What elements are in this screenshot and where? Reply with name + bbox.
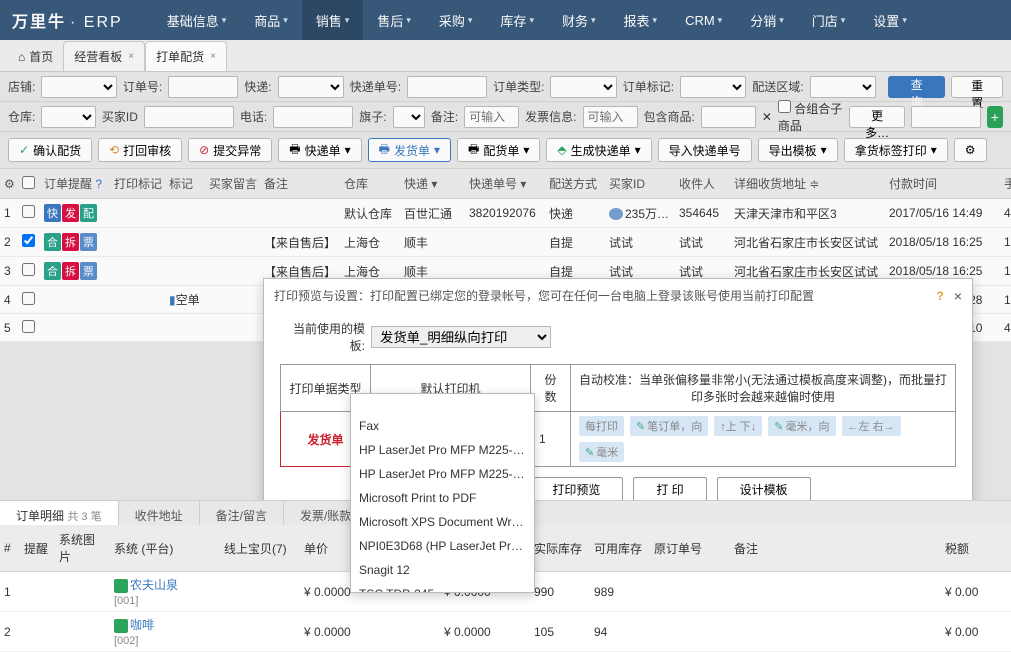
printer-option[interactable] bbox=[351, 394, 534, 414]
printer-option[interactable]: Fax bbox=[351, 414, 534, 438]
dcol-idx: # bbox=[0, 525, 20, 572]
print-button[interactable]: 打 印 bbox=[633, 477, 706, 501]
seg-updown: ↑上 下↓ bbox=[714, 416, 762, 436]
printer-option[interactable]: NPI0E3D68 (HP LaserJet Professional ) bbox=[351, 534, 534, 558]
tpl-label: 当前使用的模板: bbox=[280, 320, 365, 354]
dcol-online: 线上宝贝(7) bbox=[220, 525, 300, 572]
d-remark bbox=[730, 612, 941, 652]
preview-button[interactable]: 打印预览 bbox=[529, 477, 623, 501]
seg-lr: ←左 右→ bbox=[842, 416, 901, 436]
prod-icon bbox=[114, 619, 128, 633]
d-recv: ¥ 0.0000 bbox=[440, 612, 530, 652]
printer-option[interactable]: HP LaserJet Pro MFP M225-M226 PCL bbox=[351, 438, 534, 462]
modal-title: 打印预览与设置：打印配置已绑定您的登录帐号，您可在任何一台电脑上登录该账号使用当… bbox=[274, 287, 814, 304]
d-stock: 990 bbox=[530, 572, 590, 612]
help-icon[interactable]: ? bbox=[936, 289, 943, 303]
close-icon[interactable]: × bbox=[954, 288, 962, 304]
d-price: ¥ 0.0000 bbox=[300, 612, 380, 652]
dcol-remark: 备注 bbox=[730, 525, 941, 572]
d-orig bbox=[650, 612, 730, 652]
printer-option[interactable]: Snagit 12 bbox=[351, 558, 534, 582]
d-sys: 农夫山泉[001] bbox=[110, 572, 220, 612]
d-tip bbox=[20, 612, 55, 652]
printer-dropdown: FaxHP LaserJet Pro MFP M225-M226 PCLHP L… bbox=[350, 393, 535, 593]
d-tax: ¥ 0.00 bbox=[941, 612, 1011, 652]
d-idx: 1 bbox=[0, 572, 20, 612]
dcol-img: 系统图片 bbox=[55, 525, 110, 572]
d-remark bbox=[730, 572, 941, 612]
modal-header: 打印预览与设置：打印配置已绑定您的登录帐号，您可在任何一台电脑上登录该账号使用当… bbox=[264, 279, 972, 312]
d-tax: ¥ 0.00 bbox=[941, 572, 1011, 612]
printer-option[interactable]: Microsoft XPS Document Writer bbox=[351, 510, 534, 534]
th-auto: 自动校准：当单张偏移量非常小(无法通过模板高度来调整)，而批量打印多张时会越来越… bbox=[571, 365, 956, 412]
d-online bbox=[220, 612, 300, 652]
edit-icon: ✎ bbox=[636, 420, 645, 433]
d-img bbox=[55, 572, 110, 612]
design-button[interactable]: 设计模板 bbox=[717, 477, 811, 501]
d-stock: 105 bbox=[530, 612, 590, 652]
dcol-sys: 系统 (平台) bbox=[110, 525, 220, 572]
d-sys: 咖啡[002] bbox=[110, 612, 220, 652]
auto-cal-cell: 每打印 ✎笔订单，向 ↑上 下↓ ✎毫米，向 ←左 右→ ✎毫米 bbox=[571, 412, 956, 467]
detail-row[interactable]: 2 咖啡[002] ¥ 0.0000 ¥ 0.0000 105 94 ¥ 0.0… bbox=[0, 612, 1011, 652]
d-qty bbox=[380, 612, 440, 652]
dcol-avail: 可用库存 bbox=[590, 525, 650, 572]
dcol-tip: 提醒 bbox=[20, 525, 55, 572]
d-online bbox=[220, 572, 300, 612]
d-tip bbox=[20, 572, 55, 612]
printer-option[interactable]: HP LaserJet Pro MFP M225-M226 Seri bbox=[351, 462, 534, 486]
d-avail: 94 bbox=[590, 612, 650, 652]
d-orig bbox=[650, 572, 730, 612]
dcol-tax: 税额 bbox=[941, 525, 1011, 572]
dcol-stock: 实际库存 bbox=[530, 525, 590, 572]
seg-off2: ✎毫米 bbox=[579, 442, 624, 462]
seg-off1: ✎毫米，向 bbox=[768, 416, 835, 436]
dcol-orig: 原订单号 bbox=[650, 525, 730, 572]
edit-icon: ✎ bbox=[774, 420, 783, 433]
copies-cell[interactable]: 1 bbox=[531, 412, 571, 467]
th-copies: 份数 bbox=[531, 365, 571, 412]
d-img bbox=[55, 612, 110, 652]
printer-option[interactable]: Microsoft Print to PDF bbox=[351, 486, 534, 510]
d-idx: 2 bbox=[0, 612, 20, 652]
edit-icon: ✎ bbox=[585, 446, 594, 459]
prod-icon bbox=[114, 579, 128, 593]
printer-option[interactable]: TSC TDP-245 bbox=[351, 582, 534, 593]
d-avail: 989 bbox=[590, 572, 650, 612]
seg-every: 每打印 bbox=[579, 416, 624, 436]
template-select[interactable]: 发货单_明细纵向打印 bbox=[371, 326, 551, 348]
seg-order: ✎笔订单，向 bbox=[630, 416, 708, 436]
